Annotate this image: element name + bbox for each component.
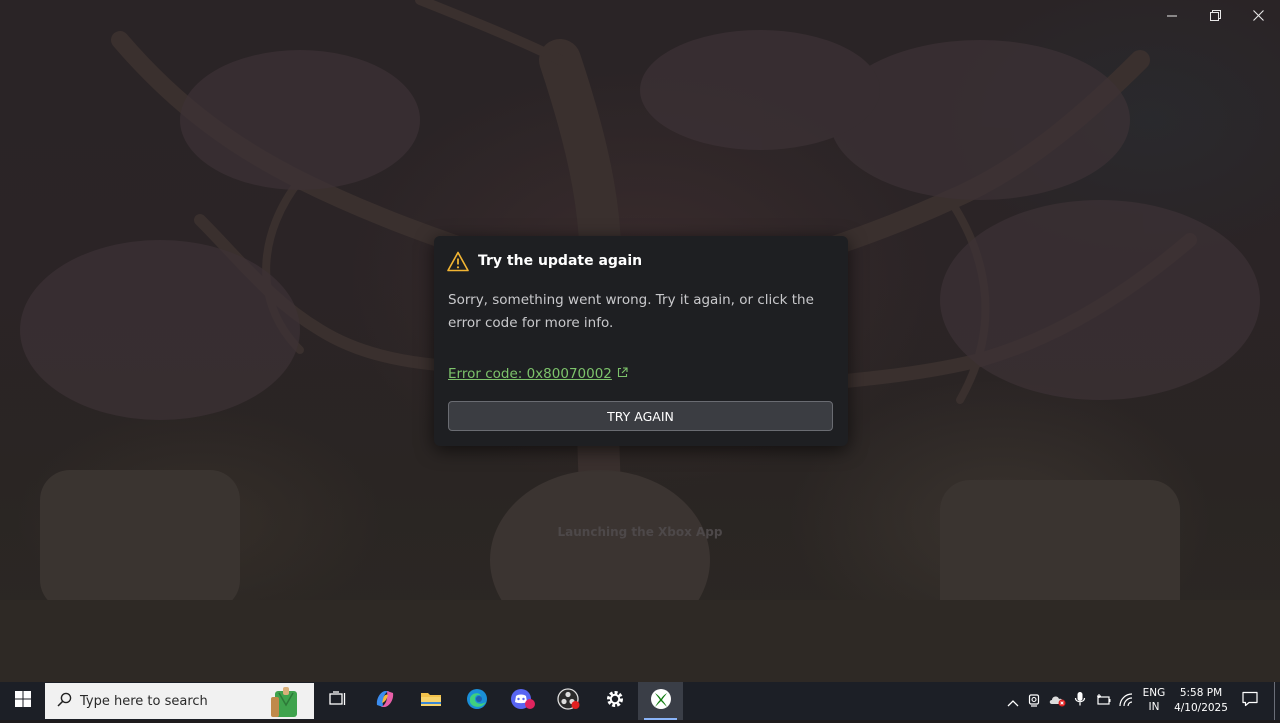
error-code-text: Error code: 0x80070002 xyxy=(448,366,612,382)
taskbar-discord[interactable] xyxy=(500,682,545,720)
notification-icon xyxy=(1242,691,1258,711)
taskbar-edge[interactable] xyxy=(454,682,499,720)
taskbar-xbox[interactable] xyxy=(638,682,683,720)
close-icon xyxy=(1252,6,1264,25)
obs-icon xyxy=(556,688,581,714)
file-explorer-icon xyxy=(420,690,442,712)
restore-icon xyxy=(1209,6,1221,25)
taskbar-obs[interactable] xyxy=(546,682,591,720)
tray-wifi[interactable] xyxy=(1116,682,1138,720)
error-code-link[interactable]: Error code: 0x80070002 xyxy=(448,366,628,382)
external-link-icon xyxy=(617,366,628,382)
taskbar-copilot[interactable] xyxy=(362,682,407,720)
language-code: ENG xyxy=(1142,687,1166,699)
taskbar-file-explorer[interactable] xyxy=(408,682,453,720)
tray-microphone[interactable] xyxy=(1070,682,1090,720)
show-desktop-button[interactable] xyxy=(1274,682,1275,720)
taskbar-search-box[interactable]: Type here to search xyxy=(45,683,314,719)
edge-icon xyxy=(466,688,488,714)
minimize-button[interactable] xyxy=(1150,0,1194,30)
clock-date: 4/10/2025 xyxy=(1174,702,1228,714)
taskbar: Type here to search ENG IN 5:58 PM 4/10/… xyxy=(0,682,1280,720)
search-placeholder: Type here to search xyxy=(80,693,208,709)
windows-logo-icon xyxy=(14,691,31,711)
show-hidden-icons-button[interactable] xyxy=(1003,682,1023,720)
chevron-up-icon xyxy=(1007,692,1019,711)
xbox-icon xyxy=(650,688,672,714)
update-error-dialog: Try the update again Sorry, something we… xyxy=(434,236,848,446)
action-center-button[interactable] xyxy=(1236,682,1264,720)
try-again-button[interactable]: TRY AGAIN xyxy=(448,401,833,431)
tray-meet-now[interactable] xyxy=(1025,682,1045,720)
battery-charging-icon xyxy=(1095,692,1111,711)
wifi-icon xyxy=(1119,692,1135,711)
discord-icon xyxy=(510,688,536,714)
minimize-icon xyxy=(1167,6,1177,25)
settings-icon xyxy=(605,689,625,713)
tray-battery[interactable] xyxy=(1092,682,1114,720)
start-button[interactable] xyxy=(0,682,45,720)
microphone-icon xyxy=(1074,691,1086,711)
search-icon xyxy=(57,692,72,711)
task-view-icon xyxy=(328,691,347,711)
taskbar-clock[interactable]: 5:58 PM 4/10/2025 xyxy=(1170,686,1232,716)
copilot-icon xyxy=(374,689,396,713)
search-highlight-illustration-icon xyxy=(257,685,305,723)
onedrive-error-icon xyxy=(1049,692,1067,711)
tray-onedrive[interactable] xyxy=(1047,682,1069,720)
launch-status: Launching the Xbox App xyxy=(557,525,723,539)
taskbar-task-view[interactable] xyxy=(315,682,360,720)
close-button[interactable] xyxy=(1236,0,1280,30)
video-camera-icon xyxy=(1028,692,1042,711)
restore-button[interactable] xyxy=(1193,0,1237,30)
warning-icon xyxy=(447,251,469,276)
dialog-message: Sorry, something went wrong. Try it agai… xyxy=(448,292,814,331)
dialog-title: Try the update again xyxy=(478,253,643,269)
input-language-indicator[interactable]: ENG IN xyxy=(1139,686,1169,714)
clock-time: 5:58 PM xyxy=(1179,687,1223,699)
region-code: IN xyxy=(1148,701,1160,713)
taskbar-settings[interactable] xyxy=(592,682,637,720)
